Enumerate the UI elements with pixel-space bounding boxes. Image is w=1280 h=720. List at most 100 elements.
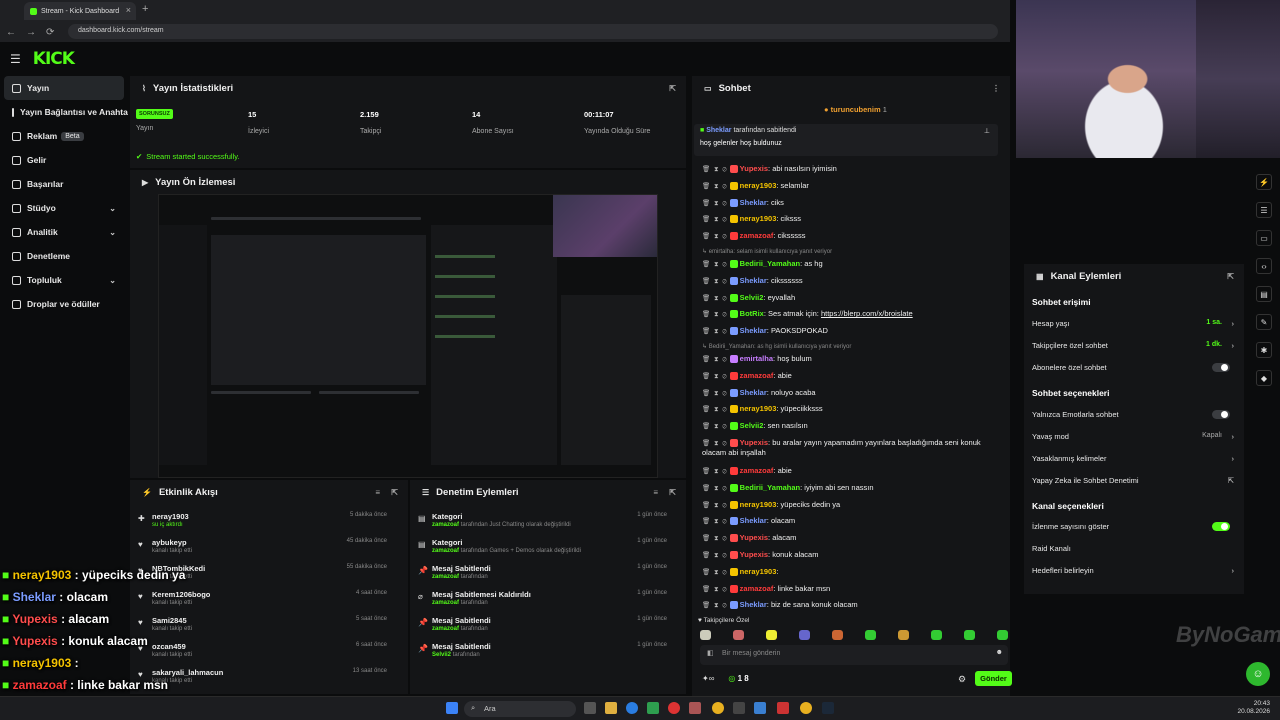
mod-tools-icon[interactable]: 🗑 ⧗ ⊘: [702, 200, 728, 207]
close-tab-icon[interactable]: ×: [126, 5, 131, 15]
chat-username[interactable]: Yupexis: [740, 438, 768, 447]
forward-icon[interactable]: →: [26, 27, 36, 38]
chat-username[interactable]: neray1903: [740, 181, 777, 190]
show-viewers-toggle[interactable]: [1212, 522, 1230, 531]
sidebar-item-denetleme[interactable]: Denetleme: [0, 244, 128, 268]
sidebar-item-droplar[interactable]: Droplar ve ödüller: [0, 292, 128, 316]
popout-icon[interactable]: ⇱: [391, 488, 398, 497]
app-icon[interactable]: [777, 702, 789, 714]
mod-tools-icon[interactable]: 🗑 ⧗ ⊘: [702, 328, 728, 335]
ai-moderation-row[interactable]: Yapay Zeka ile Sohbet Denetimi ⇱: [1032, 476, 1236, 485]
app-icon[interactable]: [733, 702, 745, 714]
chrome-icon[interactable]: [800, 702, 812, 714]
emote-icon[interactable]: [700, 630, 711, 640]
chat-link[interactable]: https://blerp.com/x/broislate: [821, 309, 913, 318]
new-tab-icon[interactable]: +: [142, 3, 148, 15]
chat-username[interactable]: zamazoaf: [740, 371, 774, 380]
chat-username[interactable]: Sheklar: [740, 388, 767, 397]
stream-preview-video[interactable]: [158, 194, 658, 478]
send-button[interactable]: Gönder: [975, 671, 1012, 686]
mod-tools-icon[interactable]: 🗑 ⧗ ⊘: [702, 311, 728, 318]
mod-tools-icon[interactable]: 🗑 ⧗ ⊘: [702, 261, 728, 268]
mod-tools-icon[interactable]: 🗑 ⧗ ⊘: [702, 586, 728, 593]
emoji-icon[interactable]: ☻: [996, 649, 1003, 656]
mod-tools-icon[interactable]: 🗑 ⧗ ⊘: [702, 166, 728, 173]
filter-icon[interactable]: ≡: [375, 488, 380, 497]
mod-tools-icon[interactable]: 🗑 ⧗ ⊘: [702, 278, 728, 285]
mod-tools-icon[interactable]: 🗑 ⧗ ⊘: [702, 440, 728, 447]
mod-tools-icon[interactable]: 🗑 ⧗ ⊘: [702, 468, 728, 475]
file-explorer-icon[interactable]: [605, 702, 617, 714]
taskbar-search[interactable]: ⌕ Ara: [464, 701, 576, 717]
app-icon[interactable]: [754, 702, 766, 714]
emote-icon[interactable]: [733, 630, 744, 640]
sidebar-item-reklam[interactable]: Reklam Beta: [0, 124, 128, 148]
chat-username[interactable]: Bedirii_Yamahan: [740, 483, 800, 492]
goals-row[interactable]: Hedefleri belirleyin ›: [1032, 566, 1236, 575]
raid-row[interactable]: Raid Kanalı: [1032, 544, 1236, 553]
sidebar-item-stream-key[interactable]: Yayın Bağlantısı ve Anahtar: [0, 100, 128, 124]
subs-chat-toggle[interactable]: [1212, 363, 1230, 372]
mod-tools-icon[interactable]: 🗑 ⧗ ⊘: [702, 373, 728, 380]
chat-username[interactable]: Yupexis: [740, 533, 768, 542]
chrome-icon[interactable]: [712, 702, 724, 714]
followers-chat-row[interactable]: Takipçilere özel sohbet 1 dk. ›: [1032, 341, 1236, 350]
sidebar-item-topluluk[interactable]: Topluluk ⌄: [0, 268, 128, 292]
chat-username[interactable]: zamazoaf: [740, 231, 774, 240]
chat-username[interactable]: neray1903: [740, 567, 777, 576]
emote-only-toggle[interactable]: [1212, 410, 1230, 419]
reload-icon[interactable]: ⟳: [46, 27, 54, 38]
help-chat-button[interactable]: ☺: [1246, 662, 1270, 686]
unpin-icon[interactable]: ⊥: [984, 127, 990, 135]
wrench-icon[interactable]: ✎: [1256, 314, 1272, 330]
sidebar-item-basarilar[interactable]: Başarılar: [0, 172, 128, 196]
emote-icon[interactable]: [766, 630, 777, 640]
emote-icon[interactable]: [997, 630, 1008, 640]
popout-icon[interactable]: ⇱: [669, 488, 676, 497]
more-icon[interactable]: ⋮: [992, 84, 1000, 93]
edge-icon[interactable]: [626, 702, 638, 714]
mod-tools-icon[interactable]: 🗑 ⧗ ⊘: [702, 183, 728, 190]
mod-tools-icon[interactable]: 🗑 ⧗ ⊘: [702, 406, 728, 413]
mod-tools-icon[interactable]: 🗑 ⧗ ⊘: [702, 485, 728, 492]
mod-tools-icon[interactable]: 🗑 ⧗ ⊘: [702, 356, 728, 363]
emote-icon[interactable]: [898, 630, 909, 640]
chat-username[interactable]: Sheklar: [740, 326, 767, 335]
app-icon[interactable]: [689, 702, 701, 714]
chat-username[interactable]: emirtalha: [740, 354, 773, 363]
mod-tools-icon[interactable]: 🗑 ⧗ ⊘: [702, 233, 728, 240]
slow-mode-row[interactable]: Yavaş mod Kapalı ›: [1032, 432, 1236, 441]
windows-start-icon[interactable]: [446, 702, 458, 714]
chat-username[interactable]: neray1903: [740, 214, 777, 223]
account-age-row[interactable]: Hesap yaşı 1 sa. ›: [1032, 319, 1236, 328]
banned-words-row[interactable]: Yasaklanmış kelimeler ›: [1032, 454, 1236, 463]
chat-username[interactable]: Selvii2: [740, 293, 764, 302]
chat-username[interactable]: Sheklar: [740, 516, 767, 525]
chat-username[interactable]: neray1903: [740, 404, 777, 413]
chat-username[interactable]: Selvii2: [740, 421, 764, 430]
mod-tools-icon[interactable]: 🗑 ⧗ ⊘: [702, 552, 728, 559]
mod-tools-icon[interactable]: 🗑 ⧗ ⊘: [702, 216, 728, 223]
address-bar[interactable]: dashboard.kick.com/stream: [68, 24, 998, 39]
settings-icon[interactable]: ✱: [1256, 342, 1272, 358]
sidebar-item-gelir[interactable]: Gelir: [0, 148, 128, 172]
mod-tools-icon[interactable]: 🗑 ⧗ ⊘: [702, 390, 728, 397]
emote-icon[interactable]: [931, 630, 942, 640]
task-view-icon[interactable]: [584, 702, 596, 714]
popout-icon[interactable]: ⇱: [1227, 272, 1234, 281]
chat-username[interactable]: zamazoaf: [740, 466, 774, 475]
mod-tools-icon[interactable]: 🗑 ⧗ ⊘: [702, 569, 728, 576]
mod-tools-icon[interactable]: 🗑 ⧗ ⊘: [702, 602, 728, 609]
emote-icon[interactable]: [865, 630, 876, 640]
filter-icon[interactable]: ≡: [653, 488, 658, 497]
chat-icon[interactable]: ▭: [1256, 230, 1272, 246]
bolt-icon[interactable]: ⚡: [1256, 174, 1272, 190]
hamburger-menu-icon[interactable]: ☰: [10, 52, 21, 66]
chat-username[interactable]: neray1903: [740, 500, 777, 509]
kick-logo[interactable]: KICK: [33, 49, 75, 69]
chat-username[interactable]: zamazoaf: [740, 584, 774, 593]
sidebar-item-yayin[interactable]: Yayın: [4, 76, 124, 100]
emote-icon[interactable]: [799, 630, 810, 640]
emote-picker-icon[interactable]: ✦∞: [702, 674, 714, 683]
emote-icon[interactable]: [964, 630, 975, 640]
